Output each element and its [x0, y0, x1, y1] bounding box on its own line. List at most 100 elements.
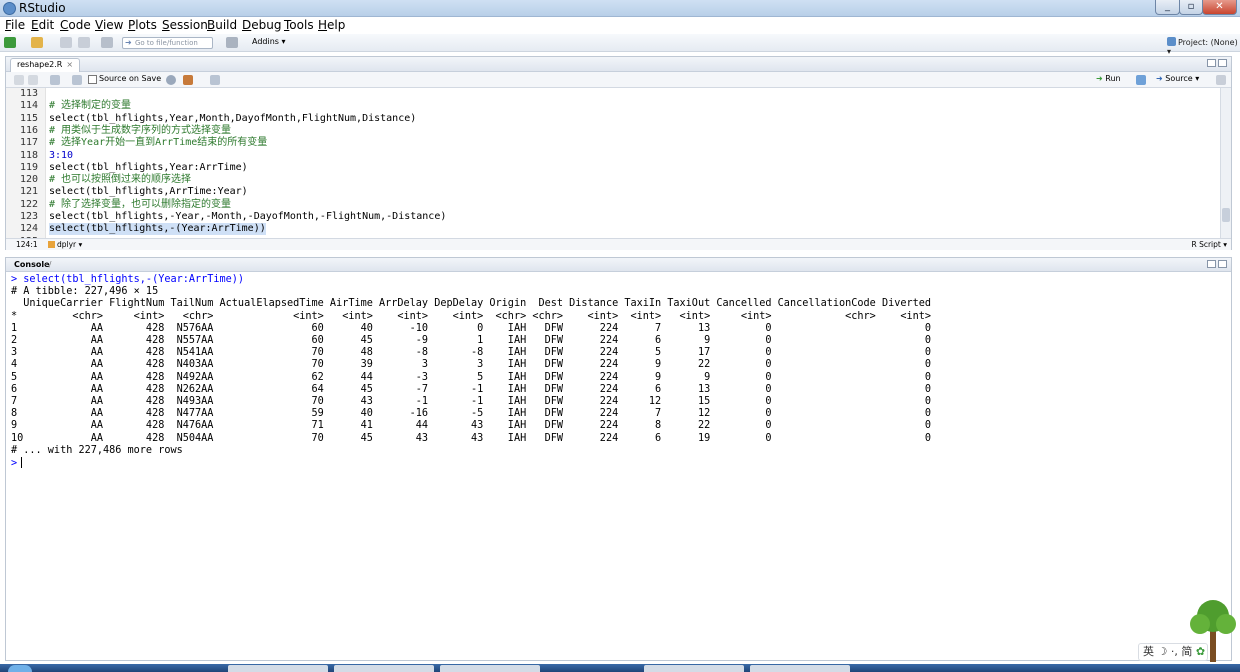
menu-file[interactable]: File [5, 18, 25, 32]
line-number: 123 [19, 211, 38, 222]
console-line: 5 AA 428 N492AA 62 44 -3 5 IAH DFW 224 9… [11, 371, 932, 383]
code-text: # 除了选择变量，也可以删除指定的变量 [49, 198, 232, 210]
minimize-button[interactable]: _ [1155, 0, 1180, 15]
menu-tools[interactable]: Tools [284, 18, 314, 32]
console-line: 2 AA 428 N557AA 60 45 -9 1 IAH DFW 224 6… [11, 335, 932, 346]
source-button[interactable]: ➜ Source ▾ [1156, 74, 1199, 83]
maximize-button[interactable]: ▫ [1179, 0, 1203, 15]
source-label: Source [1165, 74, 1193, 83]
compile-report-icon[interactable] [210, 75, 220, 85]
save-icon[interactable] [60, 37, 72, 48]
menu-edit[interactable]: Edit [31, 18, 54, 32]
code-line[interactable]: 113 [6, 88, 1221, 100]
menu-view[interactable]: View [95, 18, 123, 32]
taskbar-item[interactable] [750, 665, 850, 672]
line-number: 114 [19, 100, 38, 112]
code-text: # 选择Year开始一直到ArrTime结束的所有变量 [49, 137, 268, 149]
console-output[interactable]: > select(tbl_hflights,-(Year:ArrTime)) # … [6, 274, 1226, 660]
code-text: select(tbl_hflights,ArrTime:Year) [49, 186, 248, 198]
code-line[interactable]: 116 # 用类似于生成数字序列的方式选择变量 [6, 125, 1221, 137]
menu-code[interactable]: Code [60, 18, 91, 32]
code-line[interactable]: 115 select(tbl_hflights,Year,Month,DayofM… [6, 113, 1221, 125]
function-scope-icon [48, 241, 55, 248]
grid-layout-icon[interactable] [226, 37, 238, 48]
code-line[interactable]: 120 # 也可以按照倒过来的顺序选择 [6, 174, 1221, 186]
maximize-console-icon[interactable] [1218, 260, 1227, 268]
source-on-save-checkbox[interactable] [88, 75, 97, 84]
run-button[interactable]: ➜ Run [1096, 74, 1121, 83]
show-in-window-icon[interactable] [50, 75, 60, 85]
menu-help[interactable]: Help [318, 18, 345, 32]
menu-build[interactable]: Build [207, 18, 237, 32]
back-arrow-icon[interactable] [14, 75, 24, 85]
taskbar-item[interactable] [334, 665, 434, 672]
addins-button[interactable]: Addins ▾ [252, 37, 286, 46]
editor-scroll-thumb[interactable] [1222, 208, 1230, 222]
code-text: select(tbl_hflights,-Year,-Month,-DayofM… [49, 211, 447, 222]
console-prompt[interactable]: > [11, 457, 23, 469]
code-line[interactable]: 124 select(tbl_hflights,-(Year:ArrTime)) [6, 223, 1221, 236]
goto-file-input[interactable]: ➜ Go to file/function [122, 37, 213, 49]
rstudio-logo-icon [3, 2, 16, 15]
code-tools-icon[interactable] [183, 75, 193, 85]
editor-status-bar: 124:1 dplyr ▾ R Script ▾ [6, 238, 1231, 250]
forward-arrow-icon[interactable] [28, 75, 38, 85]
cursor-position: 124:1 [16, 240, 38, 249]
new-file-icon[interactable] [4, 37, 16, 48]
file-tab-reshape2[interactable]: reshape2.R × [10, 58, 81, 72]
menu-session[interactable]: Session [162, 18, 208, 32]
search-icon[interactable] [166, 75, 176, 85]
code-line[interactable]: 114 # 选择制定的变量 [6, 100, 1221, 112]
outline-icon[interactable] [1216, 75, 1226, 85]
code-line[interactable]: 123 select(tbl_hflights,-Year,-Month,-Day… [6, 211, 1221, 223]
text-cursor [21, 457, 23, 468]
close-tab-icon[interactable]: × [66, 60, 73, 69]
taskbar-item[interactable] [228, 665, 328, 672]
save-file-icon[interactable] [72, 75, 82, 85]
working-directory[interactable]: ~/ [42, 258, 51, 271]
start-button[interactable] [8, 665, 32, 672]
console-line: 9 AA 428 N476AA 71 41 44 43 IAH DFW 224 … [11, 420, 932, 432]
menu-debug[interactable]: Debug [242, 18, 281, 32]
console-line: 1 AA 428 N576AA 60 40 -10 0 IAH DFW 224 … [11, 322, 932, 334]
minimize-console-icon[interactable] [1207, 260, 1216, 268]
line-number: 124 [19, 223, 38, 235]
title-bar: RStudio _ ▫ ✕ [0, 0, 1240, 17]
tree-decoration-icon [1190, 600, 1236, 662]
goto-arrow-icon: ➜ [125, 38, 132, 47]
code-line[interactable]: 121 select(tbl_hflights,ArrTime:Year) [6, 186, 1221, 198]
editor-toolbar: Source on Save ➜ Run ➜ Source ▾ [6, 72, 1231, 88]
console-line: 6 AA 428 N262AA 64 45 -7 -1 IAH DFW 224 … [11, 383, 932, 395]
code-line[interactable]: 122 # 除了选择变量，也可以删除指定的变量 [6, 199, 1221, 211]
line-number: 117 [19, 137, 38, 149]
file-type-label: R Script [1191, 240, 1221, 249]
code-line[interactable]: 117 # 选择Year开始一直到ArrTime结束的所有变量 [6, 137, 1221, 149]
file-type-selector[interactable]: R Script ▾ [1191, 239, 1227, 250]
project-icon [1167, 37, 1176, 46]
code-line[interactable]: 118 3:10 [6, 150, 1221, 162]
code-editor[interactable]: 113 114 # 选择制定的变量 115 select(tbl_hflights,Ye… [6, 88, 1221, 238]
minimize-pane-icon[interactable] [1207, 59, 1216, 67]
project-menu[interactable]: Project: (None) ▾ [1167, 37, 1240, 56]
main-toolbar: ➜ Go to file/function Addins ▾ Project: … [0, 34, 1240, 56]
addins-label: Addins [252, 37, 279, 46]
prompt-symbol: > [11, 458, 18, 469]
scope-indicator[interactable]: dplyr ▾ [48, 239, 82, 250]
menu-plots[interactable]: Plots [128, 18, 157, 32]
close-button[interactable]: ✕ [1202, 0, 1237, 15]
line-number: 122 [19, 198, 38, 210]
code-line[interactable]: 119 select(tbl_hflights,Year:ArrTime) [6, 162, 1221, 174]
save-all-icon[interactable] [78, 37, 90, 48]
project-label: Project: (None) [1178, 38, 1238, 47]
maximize-pane-icon[interactable] [1218, 59, 1227, 67]
code-text: select(tbl_hflights,Year,Month,DayofMont… [49, 112, 417, 124]
line-number: 113 [19, 88, 38, 99]
rerun-icon[interactable] [1136, 75, 1146, 85]
print-icon[interactable] [101, 37, 113, 48]
console-line: 10 AA 428 N504AA 70 45 43 43 IAH DFW 224… [11, 432, 932, 444]
taskbar-item[interactable] [644, 665, 744, 672]
run-label: Run [1105, 74, 1121, 83]
taskbar-item[interactable] [440, 665, 540, 672]
editor-scrollbar[interactable] [1220, 88, 1231, 238]
open-folder-icon[interactable] [31, 37, 43, 48]
